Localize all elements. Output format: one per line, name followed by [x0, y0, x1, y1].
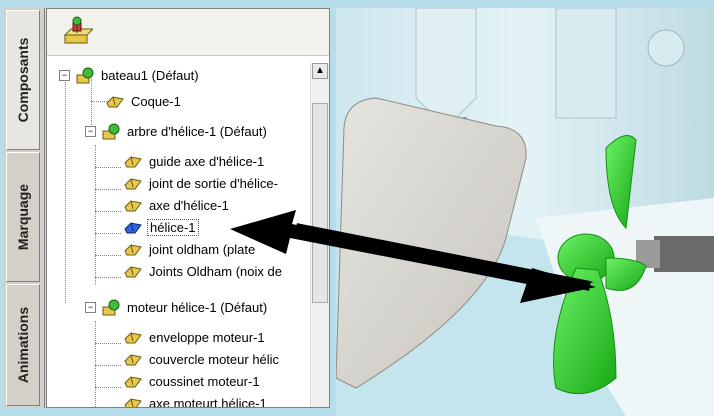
app-frame: Composants Marquage Animations − − − bat… — [0, 0, 714, 416]
arrow-right-tip — [520, 268, 596, 303]
callout-arrow — [230, 210, 596, 303]
